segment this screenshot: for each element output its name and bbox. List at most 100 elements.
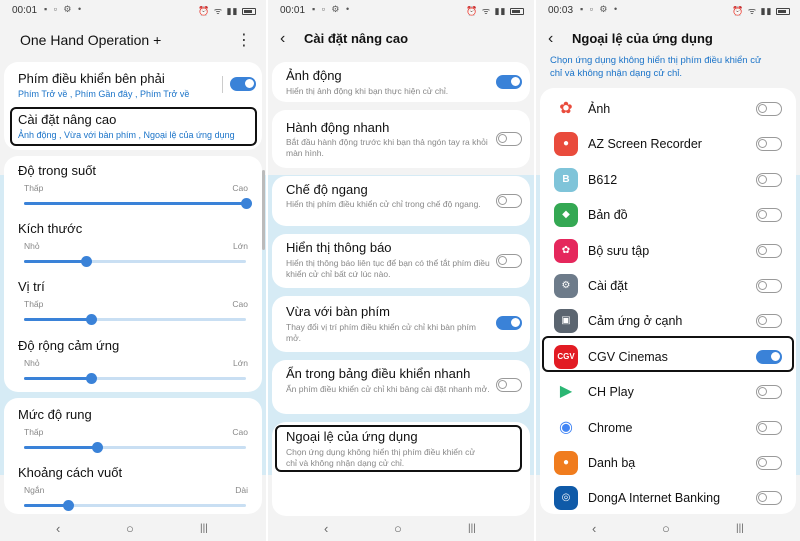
slider-touch-width[interactable]: Độ rộng cảm ứng Nhỏ Lớn [0,335,266,385]
nav-recents-icon[interactable]: ||| [736,523,744,534]
slider-track[interactable] [24,314,246,325]
app-exception-toggle[interactable] [756,279,782,293]
setting-title: Ẩn trong bảng điều khiển nhanh [286,366,471,381]
nav-recents-icon[interactable]: ||| [200,523,208,534]
slider-title: Kích thước [18,221,83,236]
app-name: Bộ sưu tập [588,243,650,258]
setting-animation[interactable]: Ảnh động Hiển thị ảnh động khi bạn thực … [272,62,530,102]
app-exception-toggle[interactable] [756,420,782,435]
app-name: Chrome [588,420,633,435]
app-exception-toggle[interactable] [756,491,782,506]
app-row[interactable]: ⚙ Cài đặt [542,271,794,301]
slider-min-label: Thấp [24,427,44,437]
slider-max-label: Cao [232,427,248,437]
slider-thumb[interactable] [241,198,252,209]
setting-desc: Bắt đầu hành động trước khi bạn thả ngón… [286,137,488,158]
slider-title: Mức độ rung [18,407,92,422]
page-title: Ngoại lệ của ứng dụng [572,31,713,46]
status-bar: 00:03 ▪ ▫ ⚙ • ⏰ ᯤ ▮▮ [536,0,800,22]
gallery-icon: ✿ [554,238,578,263]
slider-max-label: Lớn [232,358,248,368]
app-exception-toggle[interactable] [756,102,782,116]
slider-track[interactable] [24,500,246,511]
landscape-toggle[interactable] [496,194,522,208]
slider-track[interactable] [24,198,252,209]
nav-home-icon[interactable]: ○ [394,521,402,536]
setting-title: Vừa với bàn phím [286,304,390,319]
slider-position[interactable]: Vị trí Thấp Cao [0,276,266,326]
nav-home-icon[interactable]: ○ [126,521,134,536]
slider-track[interactable] [24,442,246,453]
more-options-icon[interactable]: ⋮ [236,30,252,50]
nav-back-icon[interactable]: ‹ [592,521,596,536]
slider-thumb[interactable] [85,314,97,325]
right-handle-row[interactable]: Phím điều khiển bên phải Phím Trở về , P… [4,62,262,104]
slider-vibration[interactable]: Mức độ rung Thấp Cao [0,404,266,454]
slider-thumb[interactable] [81,256,93,267]
nav-back-icon[interactable]: ‹ [324,521,328,536]
slider-min-label: Nhỏ [24,358,40,368]
slider-size[interactable]: Kích thước Nhỏ Lớn [0,218,266,268]
app-exception-toggle[interactable] [756,208,782,223]
slider-transparency[interactable]: Độ trong suốt Thấp Cao [0,160,266,210]
setting-desc: Ẩn phím điều khiển cử chỉ khi bảng cài đ… [286,384,490,394]
app-exception-toggle[interactable] [756,385,782,400]
app-exception-toggle[interactable] [756,314,782,329]
setting-desc: Hiển thị ảnh động khi bạn thực hiện cử c… [286,86,449,96]
slider-thumb[interactable] [85,373,97,384]
slider-swipe-distance[interactable]: Khoảng cách vuốt Ngắn Dài [0,462,266,512]
scrollbar[interactable] [262,170,265,250]
app-row[interactable]: ● Danh bạ [542,448,794,478]
app-row[interactable]: B B612 [542,165,794,195]
app-row[interactable]: ◉ Chrome [542,413,794,443]
back-arrow-icon[interactable]: ‹ [280,30,285,48]
app-exception-toggle[interactable] [756,456,782,470]
slider-thumb[interactable] [63,500,75,511]
quick-action-toggle[interactable] [496,132,522,146]
app-row[interactable]: ◎ DongA Internet Banking [542,483,794,513]
setting-quick-action[interactable]: Hành động nhanh Bắt đầu hành động trước … [272,110,530,168]
nav-back-icon[interactable]: ‹ [56,521,60,536]
nav-bar: ‹ ○ ||| [536,517,800,541]
app-row[interactable]: ▣ Cảm ứng ở cạnh [542,306,794,336]
slider-track[interactable] [24,256,246,267]
row-divider [222,76,223,93]
nav-recents-icon[interactable]: ||| [468,523,476,534]
app-bar: ‹ Cài đặt nâng cao [268,22,534,60]
setting-landscape[interactable]: Chế độ ngang Hiển thị phím điều khiển cử… [272,176,530,226]
app-row[interactable]: ▶ CH Play [542,377,794,407]
slider-thumb[interactable] [92,442,104,453]
status-bar: 00:01 ▪ ▫ ⚙ • ⏰ ᯤ ▮▮ [0,0,266,22]
hide-quick-panel-toggle[interactable] [496,378,522,392]
notification-icons: ▪ ▫ ⚙ • [580,4,620,14]
setting-title: Ảnh động [286,68,342,83]
notification-toggle[interactable] [496,254,522,268]
slider-max-label: Dài [235,485,248,495]
app-exception-toggle[interactable] [756,172,782,187]
animation-toggle[interactable] [496,75,522,89]
app-row[interactable]: ◆ Bản đồ [542,200,794,230]
setting-fit-keyboard[interactable]: Vừa với bàn phím Thay đổi vị trí phím đi… [272,296,530,352]
right-handle-subtitle: Phím Trở về , Phím Gần đây , Phím Trở về [18,89,190,99]
right-handle-toggle[interactable] [230,77,256,91]
setting-hide-quick-panel[interactable]: Ẩn trong bảng điều khiển nhanh Ẩn phím đ… [272,360,530,414]
fit-keyboard-toggle[interactable] [496,316,522,330]
app-exception-toggle[interactable] [756,243,782,258]
setting-notification[interactable]: Hiển thị thông báo Hiển thị thông báo li… [272,234,530,288]
app-row[interactable]: ✿ Bộ sưu tập [542,236,794,266]
slider-track[interactable] [24,373,246,384]
app-row[interactable]: ● AZ Screen Recorder [542,129,794,159]
setting-title: Chế độ ngang [286,182,368,197]
slider-title: Độ rộng cảm ứng [18,338,120,353]
battery-icon [510,8,524,16]
back-arrow-icon[interactable]: ‹ [548,30,553,48]
nav-home-icon[interactable]: ○ [662,521,670,536]
chrome-icon: ◉ [554,415,578,440]
app-row[interactable]: ✿ Ảnh [542,94,794,124]
highlight-box [542,336,794,372]
app-exception-toggle[interactable] [756,137,782,152]
page-title: Cài đặt nâng cao [304,31,409,46]
status-time: 00:01 [12,5,38,16]
setting-desc: Hiển thị phím điều khiển cử chỉ trong ch… [286,199,481,209]
app-name: Danh bạ [588,456,636,470]
